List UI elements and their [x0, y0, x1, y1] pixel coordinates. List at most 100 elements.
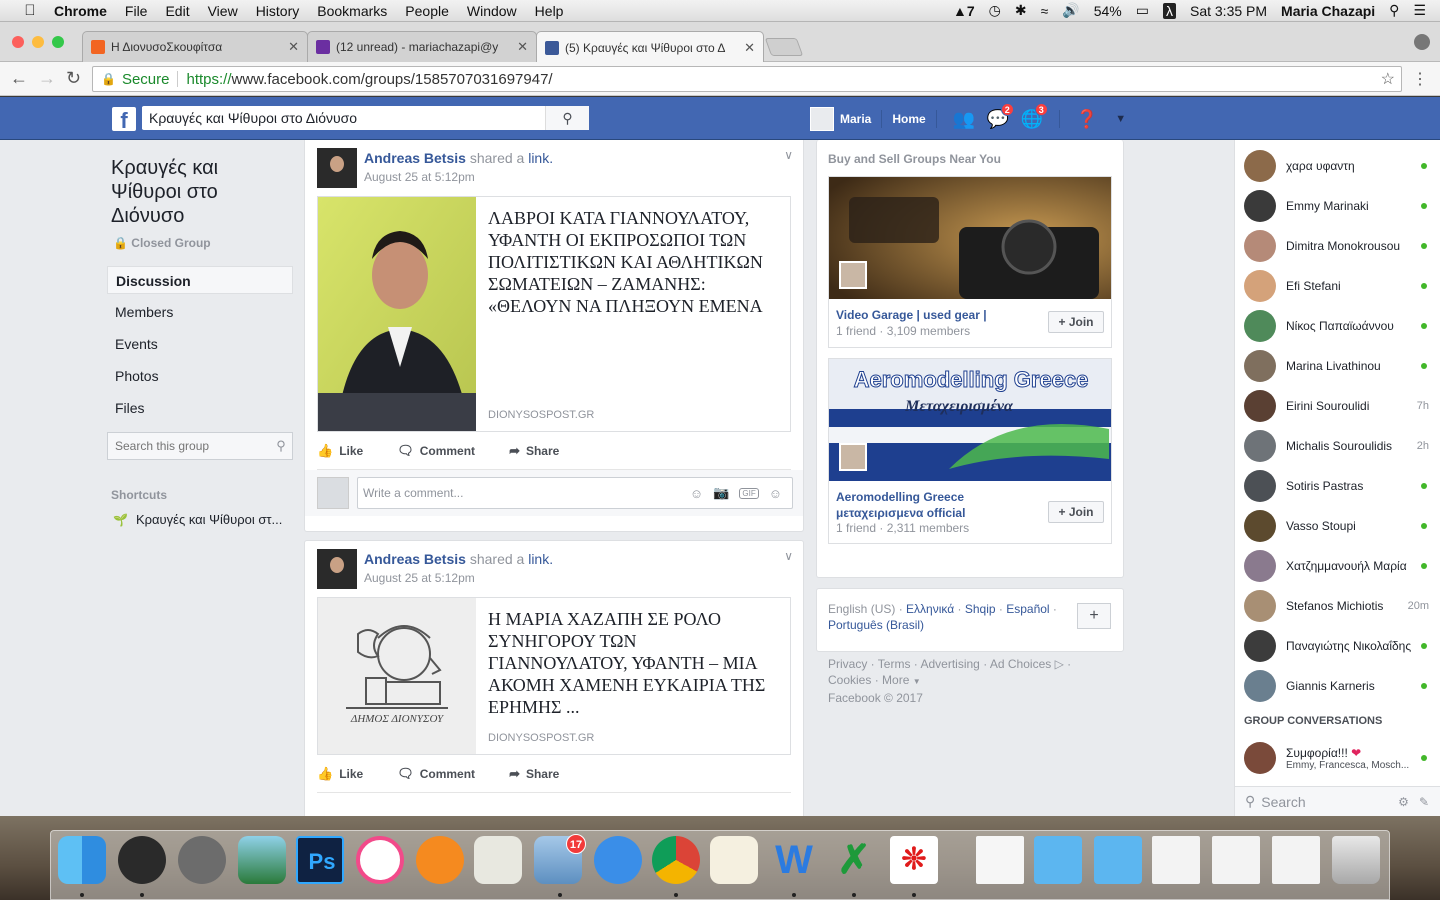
nav-events[interactable]: Events — [107, 330, 293, 358]
chat-contact[interactable]: Giannis Karneris — [1235, 666, 1440, 706]
profile-icon[interactable] — [1414, 34, 1430, 50]
chat-contact[interactable]: Χατζημμανουήλ Μαρία — [1235, 546, 1440, 586]
join-group-button[interactable]: + Join — [1048, 311, 1104, 333]
spotlight-icon[interactable]: ⚲ — [1389, 2, 1399, 19]
nav-files[interactable]: Files — [107, 394, 293, 422]
author-avatar[interactable] — [317, 148, 357, 188]
close-window-button[interactable] — [12, 36, 24, 48]
adobe-icon[interactable]: ▲7 — [953, 3, 975, 19]
minimize-window-button[interactable] — [32, 36, 44, 48]
chat-contact[interactable]: Dimitra Monokrousou — [1235, 226, 1440, 266]
chat-contact[interactable]: Michalis Souroulidis 2h — [1235, 426, 1440, 466]
menu-history[interactable]: History — [256, 3, 300, 19]
language-albanian-link[interactable]: Shqip — [965, 602, 996, 616]
menu-bookmarks[interactable]: Bookmarks — [317, 3, 387, 19]
folder-icon[interactable] — [1034, 836, 1082, 884]
close-tab-icon[interactable]: ✕ — [517, 39, 528, 55]
chat-contact[interactable]: Efi Stefani — [1235, 266, 1440, 306]
menu-file[interactable]: File — [125, 3, 148, 19]
tab-mail[interactable]: (12 unread) - mariachazapi@y ✕ — [307, 31, 537, 62]
profile-link[interactable]: Maria — [840, 112, 871, 126]
shortcut-item[interactable]: 🌱 Κραυγές και Ψίθυροι στ... — [113, 512, 293, 527]
comment-button[interactable]: 🗨 Comment — [397, 443, 475, 459]
messages-icon[interactable]: 💬 2 — [984, 102, 1014, 131]
group-cover[interactable]: Aeromodelling Greece Μεταχειρισμένα — [829, 359, 1111, 481]
chat-contact[interactable]: Νίκος Παπαϊωάννου — [1235, 306, 1440, 346]
tab-facebook[interactable]: (5) Κραυγές και Ψίθυροι στο Δ ✕ — [536, 31, 764, 63]
author-link[interactable]: Andreas Betsis — [364, 551, 466, 567]
menu-edit[interactable]: Edit — [165, 3, 189, 19]
post-timestamp[interactable]: August 25 at 5:12pm — [364, 170, 475, 184]
more-link[interactable]: More — [882, 673, 909, 687]
apple-icon[interactable]:  — [20, 2, 40, 19]
menu-help[interactable]: Help — [535, 3, 564, 19]
like-button[interactable]: 👍 Like — [317, 443, 363, 459]
notifications-icon[interactable]: 🌐 3 — [1018, 102, 1048, 131]
nav-discussion[interactable]: Discussion — [107, 266, 293, 294]
cookies-link[interactable]: Cookies — [828, 673, 871, 687]
camera-icon[interactable]: 📷 — [713, 485, 729, 501]
account-menu-chevron-icon[interactable]: ▼ — [1107, 107, 1135, 131]
emoji-icon[interactable]: ☺ — [690, 486, 703, 501]
battery-percent[interactable]: 54% — [1094, 3, 1122, 19]
share-button[interactable]: ➦ Share — [509, 443, 559, 459]
join-group-button[interactable]: + Join — [1048, 501, 1104, 523]
ad-choices-icon[interactable]: ▷ — [1055, 657, 1064, 671]
link-preview[interactable]: ΛΑΒΡΟΙ ΚΑΤΑ ΓΙΑΝΝΟΥΛΑΤΟΥ, ΥΦΑΝΤΗ ΟΙ ΕΚΠΡ… — [317, 196, 791, 432]
group-title[interactable]: Κραυγές και Ψίθυροι στο Διόνυσο — [111, 156, 293, 228]
chat-contact[interactable]: Stefanos Michiotis 20m — [1235, 586, 1440, 626]
word-icon[interactable]: W — [770, 836, 818, 884]
lock-icon[interactable]: 🔒 — [101, 72, 116, 86]
zoom-window-button[interactable] — [52, 36, 64, 48]
back-icon[interactable]: ← — [10, 68, 28, 89]
tab-blogger[interactable]: Η ΔιονυσοΣκουφίτσα ✕ — [82, 31, 308, 62]
itunes-icon[interactable] — [356, 836, 404, 884]
search-icon[interactable]: ⚲ — [545, 106, 589, 130]
author-link[interactable]: Andreas Betsis — [364, 150, 466, 166]
clock[interactable]: Sat 3:35 PM — [1190, 3, 1267, 19]
chat-contact[interactable]: Sotiris Pastras — [1235, 466, 1440, 506]
chat-contact[interactable]: Vasso Stoupi — [1235, 506, 1440, 546]
bluetooth-icon[interactable]: ✱ — [1015, 2, 1027, 19]
close-tab-icon[interactable]: ✕ — [288, 39, 299, 55]
chrome-menu-icon[interactable]: ⋮ — [1412, 69, 1428, 89]
post-timestamp[interactable]: August 25 at 5:12pm — [364, 571, 475, 585]
menu-people[interactable]: People — [405, 3, 449, 19]
image-capture-icon[interactable] — [238, 836, 286, 884]
applications-folder-icon[interactable] — [1094, 836, 1142, 884]
close-tab-icon[interactable]: ✕ — [744, 40, 755, 56]
dashboard-icon[interactable] — [118, 836, 166, 884]
volume-icon[interactable]: 🔊 — [1062, 2, 1079, 19]
chat-contact[interactable]: Emmy Marinaki — [1235, 186, 1440, 226]
chat-contact[interactable]: Eirini Souroulidi 7h — [1235, 386, 1440, 426]
input-source-icon[interactable]: λ — [1162, 2, 1176, 19]
chat-contact[interactable]: Παναγιώτης Νικολαΐδης — [1235, 626, 1440, 666]
chat-search[interactable]: ⚲ Search ⚙ ✎ — [1235, 786, 1440, 816]
group-cover[interactable] — [829, 177, 1111, 299]
forward-icon[interactable]: → — [38, 68, 56, 89]
nav-photos[interactable]: Photos — [107, 362, 293, 390]
post-object-link[interactable]: link. — [528, 150, 553, 166]
advertising-link[interactable]: Advertising — [920, 657, 979, 671]
group-name[interactable]: Video Garage | used gear | — [836, 307, 1016, 323]
calendar-icon[interactable] — [474, 836, 522, 884]
photoshop-icon[interactable]: Ps — [296, 836, 344, 884]
home-link[interactable]: Home — [892, 112, 925, 126]
notification-center-icon[interactable]: ☰ — [1413, 2, 1426, 19]
gif-icon[interactable]: GIF — [739, 487, 759, 499]
privacy-link[interactable]: Privacy — [828, 657, 867, 671]
bookmark-star-icon[interactable]: ☆ — [1381, 69, 1395, 89]
trash-icon[interactable] — [1332, 836, 1380, 884]
document-icon[interactable] — [976, 836, 1024, 884]
post-object-link[interactable]: link. — [528, 551, 553, 567]
word-document-icon[interactable] — [1212, 836, 1260, 884]
group-name[interactable]: Aeromodelling Greece μεταχειρισμενα offi… — [836, 489, 1016, 521]
friend-requests-icon[interactable]: 👥 — [950, 107, 978, 131]
system-preferences-gear-icon[interactable] — [178, 836, 226, 884]
chevron-down-icon[interactable]: ▼ — [913, 677, 921, 686]
chevron-down-icon[interactable]: ∨ — [784, 148, 793, 162]
language-greek-link[interactable]: Ελληνικά — [906, 602, 954, 616]
document-preview-icon[interactable] — [1152, 836, 1200, 884]
reload-icon[interactable]: ↻ — [66, 68, 81, 89]
more-languages-button[interactable]: + — [1077, 603, 1111, 629]
